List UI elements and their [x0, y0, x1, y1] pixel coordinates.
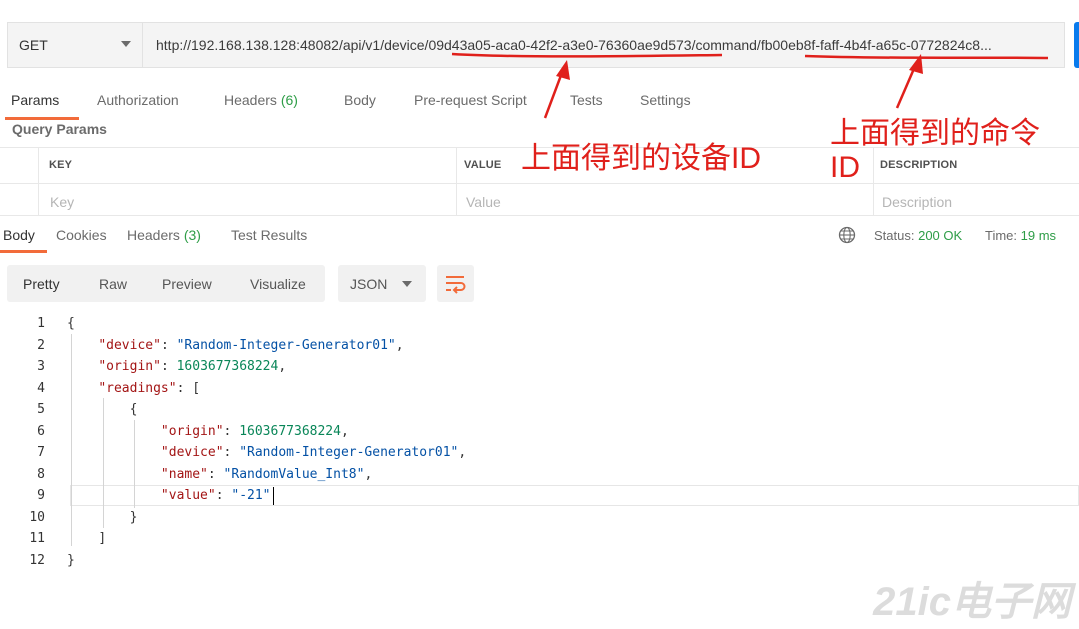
code-line: "value": "-21": [160, 488, 271, 503]
code-line: ]: [98, 531, 107, 546]
arrow-head-icon: [556, 60, 570, 80]
chevron-down-icon: [402, 281, 412, 287]
code-line: {: [67, 316, 75, 331]
code-line: "device": "Random-Integer-Generator01",: [160, 445, 467, 460]
response-body[interactable]: { "device": "Random-Integer-Generator01"…: [67, 313, 466, 571]
view-preview-button[interactable]: Preview: [162, 276, 212, 292]
command-id-underline: [804, 54, 1049, 60]
active-response-tab-indicator: [0, 250, 47, 253]
watermark-logo: 21ic电子网: [873, 580, 1071, 624]
view-pretty-button[interactable]: Pretty: [23, 276, 60, 292]
code-line: "readings": [: [98, 380, 201, 396]
time-value: 19 ms: [1020, 228, 1057, 243]
code-line: "name": "RandomValue_Int8",: [160, 466, 373, 482]
code-line: "device": "Random-Integer-Generator01",: [98, 337, 404, 353]
table-border-bottom: [0, 215, 1079, 216]
view-raw-button[interactable]: Raw: [99, 276, 127, 292]
time-label: Time: 19 ms: [985, 228, 1057, 243]
text-cursor: [273, 487, 274, 505]
response-tab-test-results[interactable]: Test Results: [231, 227, 307, 243]
response-tab-headers[interactable]: Headers (3): [127, 227, 201, 243]
wrap-lines-button[interactable]: [437, 265, 474, 302]
line-numbers: 1 2 3 4 5 6 7 8 9 10 11 12: [29, 316, 45, 568]
code-line: }: [129, 509, 138, 525]
device-id-underline: [451, 52, 723, 58]
format-label: JSON: [350, 276, 388, 292]
code-line: "origin": 1603677368224,: [160, 423, 349, 439]
response-tab-cookies[interactable]: Cookies: [56, 227, 107, 243]
wrap-lines-icon: [446, 276, 466, 294]
code-line: "origin": 1603677368224,: [98, 359, 287, 374]
status-label: Status: 200 OK: [874, 228, 963, 243]
device-id-annotation: 上面得到的设备ID: [521, 142, 761, 175]
view-visualize-button[interactable]: Visualize: [250, 276, 306, 292]
globe-icon[interactable]: [838, 226, 856, 244]
command-id-annotation: 上面得到的命令 ID: [830, 117, 1040, 184]
response-tab-body[interactable]: Body: [3, 227, 35, 243]
code-line: }: [67, 552, 75, 568]
status-badge: 200 OK: [918, 228, 963, 243]
code-line: {: [129, 402, 138, 417]
